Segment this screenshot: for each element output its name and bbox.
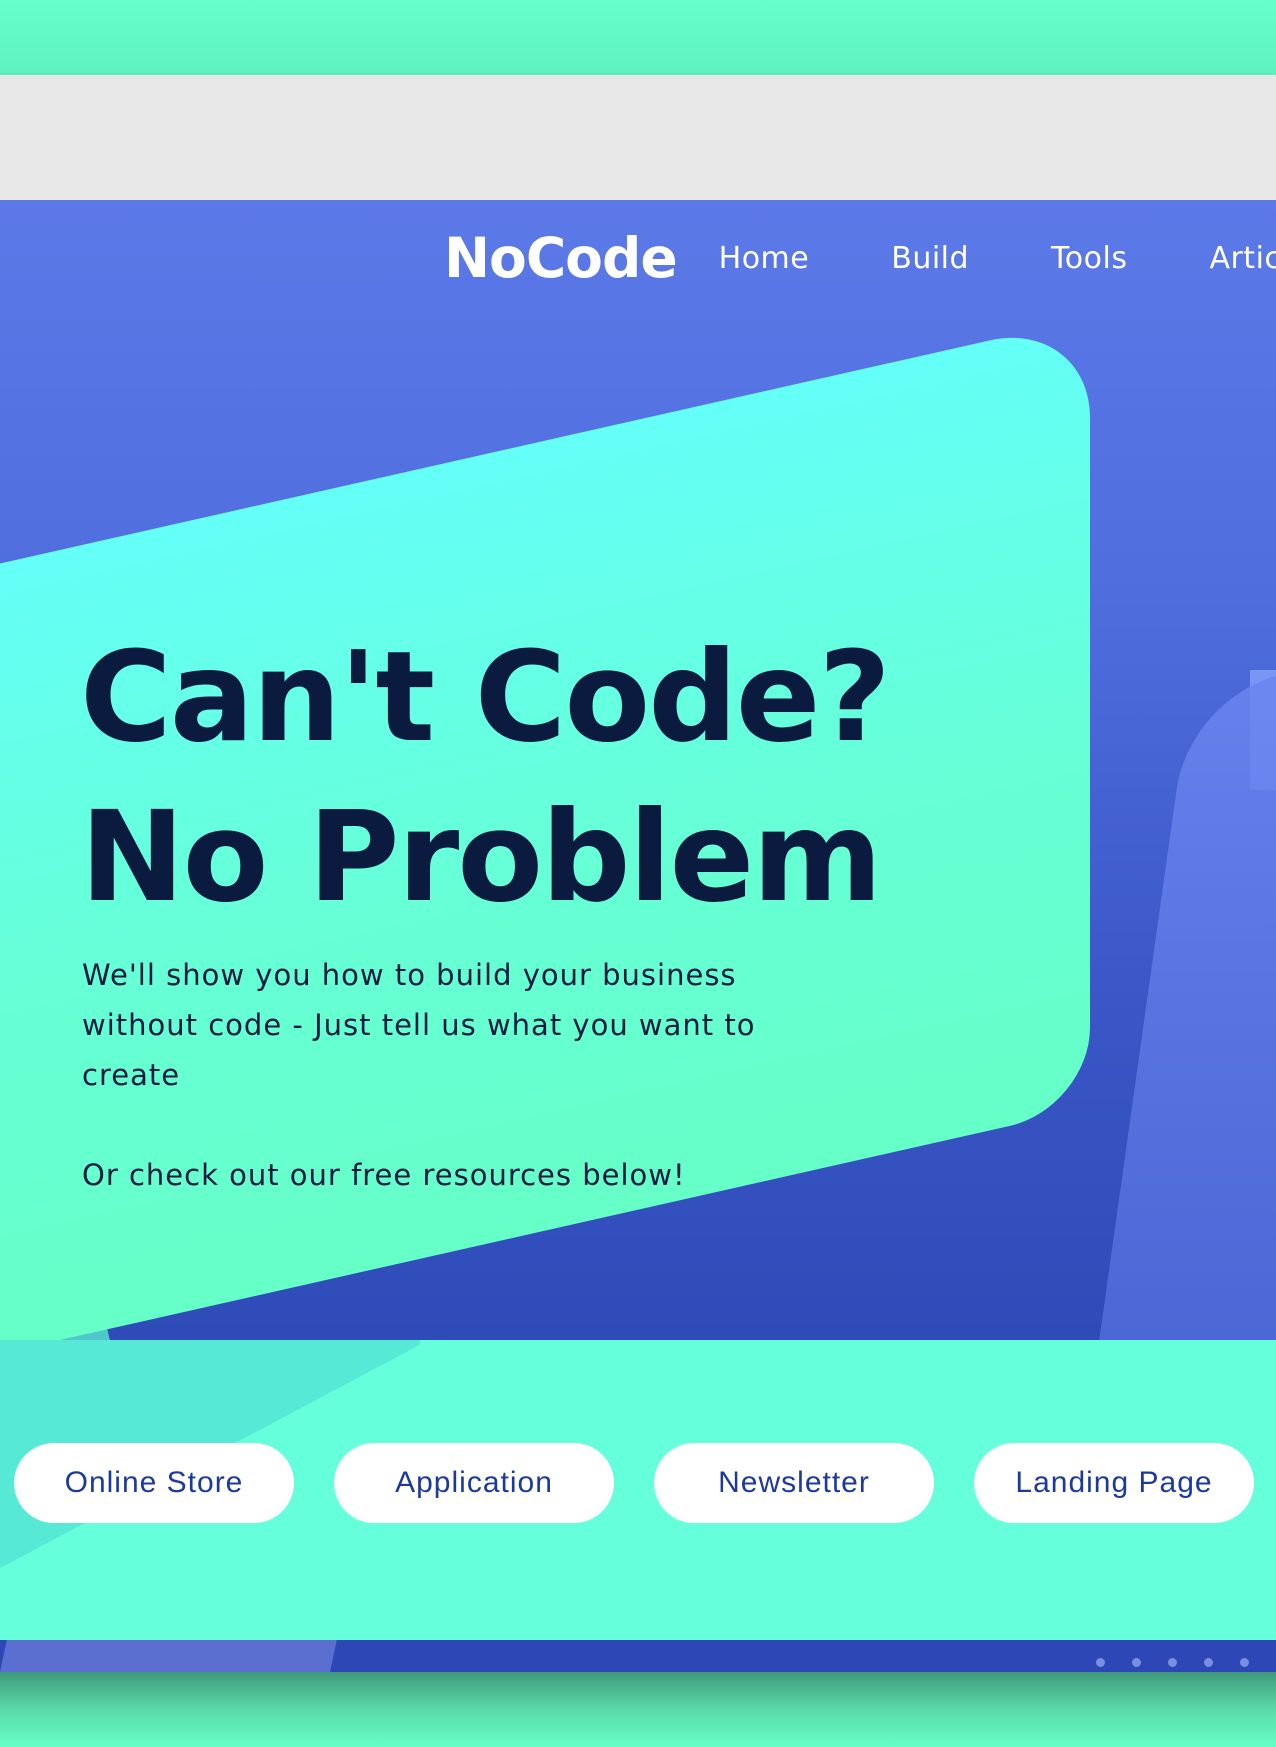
logo[interactable]: NoCode	[444, 226, 678, 290]
carousel-dot[interactable]	[1240, 1658, 1249, 1667]
headline-line-1: Can't Code?	[80, 625, 891, 770]
landing-page-button[interactable]: Landing Page	[974, 1443, 1254, 1523]
nav-item-build[interactable]: Build	[891, 241, 969, 276]
carousel-dot[interactable]	[1096, 1658, 1105, 1667]
category-pills: Online Store Application Newsletter Land…	[14, 1443, 1276, 1523]
bottom-strip	[0, 1640, 1276, 1672]
hero-subtext: We'll show you how to build your busines…	[82, 958, 756, 1092]
headline-line-2: No Problem	[80, 785, 882, 930]
carousel-dot[interactable]	[1132, 1658, 1141, 1667]
hero-resources-text: Or check out our free resources below!	[82, 1158, 686, 1192]
top-background-band	[0, 0, 1276, 75]
carousel-dots	[1096, 1658, 1276, 1667]
online-store-button[interactable]: Online Store	[14, 1443, 294, 1523]
carousel-dot[interactable]	[1204, 1658, 1213, 1667]
nav-item-home[interactable]: Home	[719, 241, 810, 276]
nav-item-articles[interactable]: Artic	[1209, 241, 1276, 276]
application-button[interactable]: Application	[334, 1443, 614, 1523]
browser-chrome-bar	[0, 75, 1276, 200]
device-illustration	[1086, 670, 1276, 1340]
nav-item-tools[interactable]: Tools	[1051, 241, 1127, 276]
newsletter-button[interactable]: Newsletter	[654, 1443, 934, 1523]
bottom-background-band	[0, 1672, 1276, 1747]
top-navigation: NoCode Home Build Tools Artic	[444, 223, 1276, 293]
carousel-dot[interactable]	[1168, 1658, 1177, 1667]
hero-headline: Can't Code? No Problem	[80, 618, 891, 938]
bottom-strip-accent	[0, 1640, 337, 1672]
